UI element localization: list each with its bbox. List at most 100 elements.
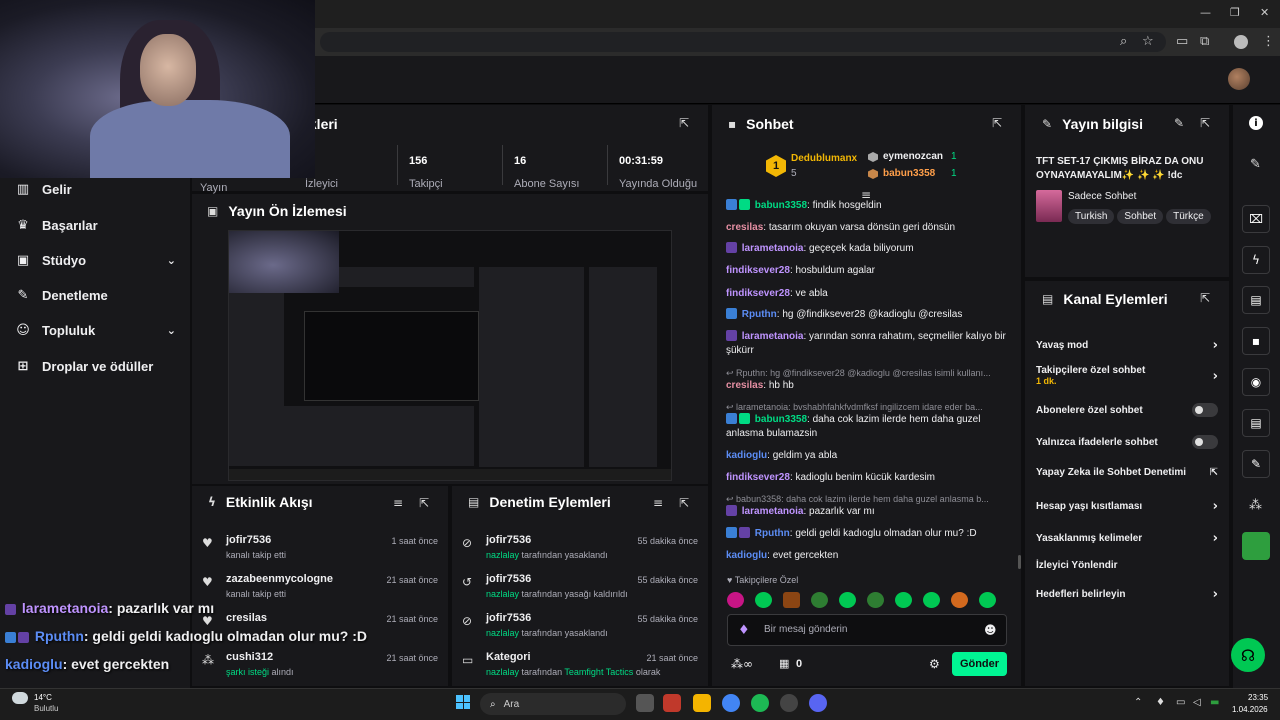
emote-icon[interactable] <box>755 592 772 608</box>
sidebar-item-denetleme[interactable]: ✎ Denetleme <box>16 288 176 303</box>
menu-icon[interactable]: ⋮ <box>1262 34 1275 49</box>
close-icon[interactable]: ✕ <box>1260 6 1269 19</box>
emote-icon[interactable] <box>811 592 828 608</box>
emote-icon[interactable] <box>951 592 968 608</box>
emote-icon[interactable] <box>783 592 800 608</box>
community-icon[interactable]: ⁂ <box>1249 498 1262 513</box>
filter-icon[interactable]: ≡ <box>653 496 663 510</box>
stream-preview-video[interactable] <box>228 230 672 481</box>
edit-pencil-icon[interactable]: ✎ <box>1250 157 1261 172</box>
clip-icon[interactable]: ⌧ <box>1242 205 1270 233</box>
sidebar-item-basarilar[interactable]: ♛ Başarılar <box>16 218 176 233</box>
popout-icon[interactable]: ⇱ <box>1200 116 1210 130</box>
badge-icon <box>726 330 737 341</box>
emote-icon[interactable] <box>867 592 884 608</box>
extension-icon[interactable] <box>1242 532 1270 560</box>
tag[interactable]: Turkish <box>1068 209 1115 224</box>
address-bar[interactable] <box>320 32 1166 52</box>
minimize-icon[interactable]: — <box>1200 6 1211 19</box>
tag[interactable]: Sohbet <box>1117 209 1164 224</box>
category-box-art[interactable] <box>1036 190 1062 222</box>
microphone-icon[interactable]: ♦ <box>1156 697 1165 708</box>
chat-message: findiksever28: hosbuldum agalar <box>726 265 875 276</box>
layers-icon[interactable]: ▤ <box>1242 409 1270 437</box>
popout-icon[interactable]: ⇱ <box>679 116 689 130</box>
leaderboard-first-name[interactable]: Dedublumanx <box>791 153 857 164</box>
profile-icon[interactable] <box>1234 35 1248 49</box>
category-name[interactable]: Sadece Sohbet <box>1068 191 1136 202</box>
spotify-icon[interactable] <box>751 694 769 712</box>
info-icon[interactable]: i <box>1249 116 1263 130</box>
extensions-icon[interactable]: ⧉ <box>1200 34 1209 49</box>
preview-block <box>589 267 657 467</box>
sidebar-item-droplar[interactable]: ⊞ Droplar ve ödüller <box>16 359 176 374</box>
sidebar-item-studyo[interactable]: ▣ Stüdyo ⌄ <box>16 253 176 268</box>
emote-icon[interactable] <box>839 592 856 608</box>
subscribers-only-toggle[interactable] <box>1192 403 1218 417</box>
emote-icon[interactable] <box>895 592 912 608</box>
popout-icon[interactable]: ⇱ <box>992 116 1002 130</box>
subscribers-only-row[interactable]: Abonelere özel sohbet <box>1036 403 1218 417</box>
community-icon: ☺ <box>16 323 30 338</box>
emote-picker-icon[interactable]: ☻ <box>984 623 997 637</box>
chat-bubble-icon[interactable]: ▪ <box>1242 327 1270 355</box>
headset-help-icon[interactable]: ☊ <box>1231 638 1265 672</box>
taskbar-search[interactable]: ⌕ Ara <box>480 693 626 715</box>
zoom-icon[interactable]: ⌕ <box>1120 34 1127 49</box>
emote-icon[interactable] <box>727 592 744 608</box>
network-icon[interactable]: ▭ <box>1176 697 1185 708</box>
channel-points-icon[interactable]: ⁂∞ <box>731 657 753 671</box>
emote-only-toggle[interactable] <box>1192 435 1218 449</box>
emote-icon[interactable] <box>979 592 996 608</box>
sidebar-item-topluluk[interactable]: ☺ Topluluk ⌄ <box>16 323 176 338</box>
wrench-icon[interactable]: ✎ <box>1242 450 1270 478</box>
filter-icon[interactable]: ≡ <box>393 496 403 510</box>
tag[interactable]: Türkçe <box>1166 209 1211 224</box>
popout-icon[interactable]: ⇱ <box>679 496 689 510</box>
broadcast-icon[interactable]: ◉ <box>1242 368 1270 396</box>
divider <box>397 145 398 185</box>
leaderboard-third-name[interactable]: babun3358 <box>883 168 935 179</box>
discord-icon[interactable] <box>809 694 827 712</box>
settings-gear-icon[interactable]: ⚙ <box>929 657 940 671</box>
emote-icon[interactable] <box>923 592 940 608</box>
clock-date[interactable]: 1.04.2026 <box>1232 705 1268 714</box>
file-explorer-icon[interactable] <box>693 694 711 712</box>
ai-moderation-row[interactable]: Yapay Zeka ile Sohbet Denetimi ⇱ <box>1036 467 1218 478</box>
goals-row[interactable]: Hedefleri belirleyin › <box>1036 587 1218 602</box>
banned-words-row[interactable]: Yasaklanmış kelimeler › <box>1036 531 1218 546</box>
followers-only-row[interactable]: Takipçilere özel sohbet 1 dk. › <box>1036 365 1218 386</box>
chrome-icon[interactable] <box>722 694 740 712</box>
send-button[interactable]: Gönder <box>952 652 1007 676</box>
popout-icon[interactable]: ⇱ <box>419 496 429 510</box>
volume-icon[interactable]: ◁ <box>1193 697 1201 708</box>
windows-start-icon[interactable] <box>456 695 470 709</box>
chat-scrollbar[interactable] <box>1018 555 1021 569</box>
emote-only-row[interactable]: Yalnızca ifadelerle sohbet <box>1036 435 1218 449</box>
bolt-icon[interactable]: ϟ <box>1242 246 1270 274</box>
sidebar-item-gelir[interactable]: ▥ Gelir <box>16 182 176 197</box>
chat-input[interactable]: ♦ Bir mesaj gönderin ☻ <box>727 614 1007 646</box>
raid-row[interactable]: İzleyici Yönlendir <box>1036 560 1218 571</box>
maximize-icon[interactable]: ❐ <box>1230 6 1240 19</box>
tray-chevron-icon[interactable]: ⌃ <box>1134 697 1142 708</box>
microphone-icon[interactable]: ♦ <box>738 623 750 638</box>
gift-icon[interactable]: ▦ <box>779 657 789 670</box>
user-avatar[interactable] <box>1228 68 1250 90</box>
edit-pencil-icon[interactable]: ✎ <box>1174 116 1184 130</box>
account-age-row[interactable]: Hesap yaşı kısıtlaması › <box>1036 499 1218 514</box>
leaderboard-second-name[interactable]: eymenozcan <box>883 151 943 162</box>
app-icon[interactable] <box>780 694 798 712</box>
battery-icon[interactable]: ▬ <box>1210 697 1219 708</box>
activity-desc: kanalı takip etti <box>226 589 287 599</box>
bookmark-star-icon[interactable]: ☆ <box>1142 34 1154 49</box>
ban-icon: ⊘ <box>462 536 473 550</box>
weather-cloud-icon[interactable] <box>12 692 28 704</box>
document-icon[interactable]: ▤ <box>1242 286 1270 314</box>
task-view-icon[interactable] <box>636 694 654 712</box>
cast-icon[interactable]: ▭ <box>1176 34 1188 49</box>
clock-time[interactable]: 23:35 <box>1248 693 1268 702</box>
slow-mode-row[interactable]: Yavaş mod › <box>1036 338 1218 353</box>
app-icon[interactable] <box>663 694 681 712</box>
popout-icon[interactable]: ⇱ <box>1200 291 1210 305</box>
